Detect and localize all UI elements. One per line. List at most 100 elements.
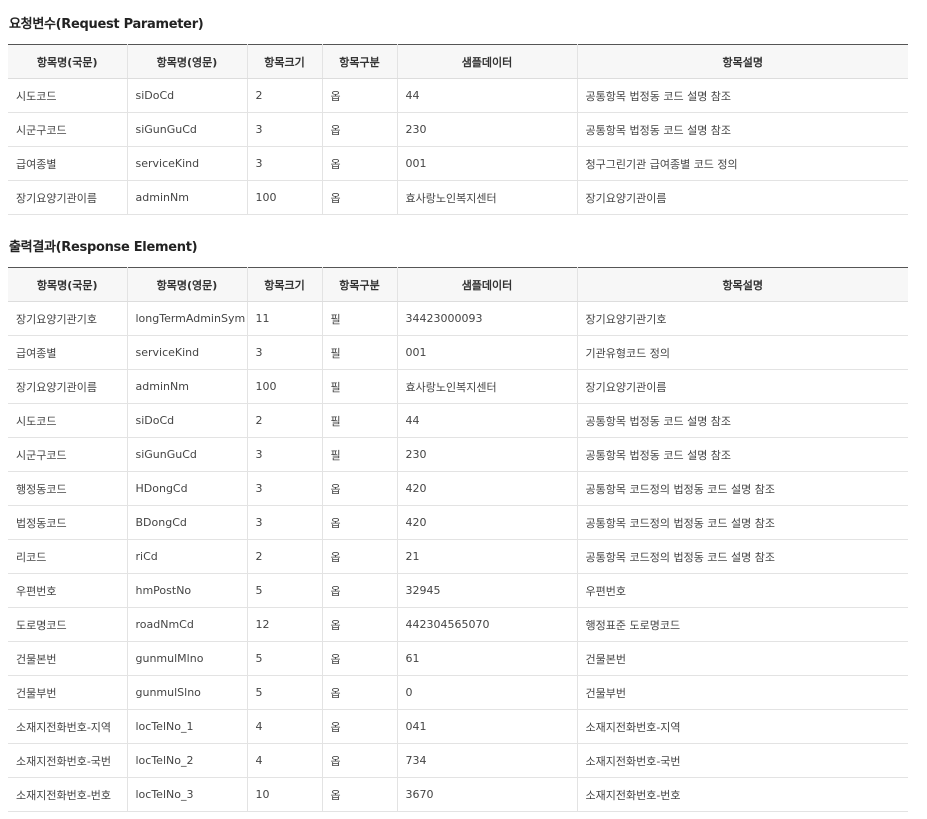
cell-description: 기관유형코드 정의: [577, 335, 908, 370]
cell-name-english: adminNm: [127, 369, 248, 404]
cell-sample-data: 효사랑노인복지센터: [397, 369, 578, 404]
cell-description: 공통항목 법정동 코드 설명 참조: [577, 112, 908, 147]
cell-size: 3: [247, 146, 323, 181]
cell-name-korean: 장기요양기관이름: [8, 180, 128, 215]
cell-size: 5: [247, 641, 323, 676]
cell-sample-data: 001: [397, 146, 578, 181]
table-row: 건물본번 gunmulMlno 5 옵 61 건물본번: [8, 641, 908, 676]
table-row: 장기요양기관이름 adminNm 100 필 효사랑노인복지센터 장기요양기관이름: [8, 369, 908, 404]
header-size: 항목크기: [247, 267, 323, 302]
cell-sample-data: 32945: [397, 573, 578, 608]
cell-name-english: siDoCd: [127, 403, 248, 438]
cell-name-korean: 장기요양기관이름: [8, 369, 128, 404]
table-row: 급여종별 serviceKind 3 필 001 기관유형코드 정의: [8, 335, 908, 370]
cell-name-english: siDoCd: [127, 78, 248, 113]
table-row: 급여종별 serviceKind 3 옵 001 청구그린기관 급여종별 코드 정의: [8, 146, 908, 181]
table-row: 소재지전화번호-지역 locTelNo_1 4 옵 041 소재지전화번호-지역: [8, 709, 908, 744]
cell-required: 옵: [322, 146, 398, 181]
table-row: 장기요양기관기호 longTermAdminSym 11 필 34423000093 장기…: [8, 301, 908, 336]
cell-size: 2: [247, 403, 323, 438]
header-required: 항목구분: [322, 267, 398, 302]
cell-name-korean: 리코드: [8, 539, 128, 574]
cell-description: 소재지전화번호-지역: [577, 709, 908, 744]
cell-name-korean: 우편번호: [8, 573, 128, 608]
cell-name-korean: 장기요양기관기호: [8, 301, 128, 336]
cell-sample-data: 3670: [397, 777, 578, 812]
cell-description: 장기요양기관이름: [577, 180, 908, 215]
cell-description: 공통항목 법정동 코드 설명 참조: [577, 403, 908, 438]
cell-name-korean: 도로명코드: [8, 607, 128, 642]
cell-description: 장기요양기관기호: [577, 301, 908, 336]
cell-required: 옵: [322, 471, 398, 506]
cell-sample-data: 734: [397, 743, 578, 778]
cell-name-korean: 시도코드: [8, 403, 128, 438]
table-row: 소재지전화번호-국번 locTelNo_2 4 옵 734 소재지전화번호-국번: [8, 743, 908, 778]
cell-sample-data: 44: [397, 403, 578, 438]
cell-name-english: siGunGuCd: [127, 112, 248, 147]
cell-name-english: siGunGuCd: [127, 437, 248, 472]
cell-required: 옵: [322, 641, 398, 676]
cell-description: 청구그린기관 급여종별 코드 정의: [577, 146, 908, 181]
cell-required: 옵: [322, 180, 398, 215]
cell-description: 소재지전화번호-국번: [577, 743, 908, 778]
cell-name-korean: 행정동코드: [8, 471, 128, 506]
cell-sample-data: 001: [397, 335, 578, 370]
cell-description: 행정표준 도로명코드: [577, 607, 908, 642]
request-parameter-table: 항목명(국문) 항목명(영문) 항목크기 항목구분 샘플데이터 항목설명 시도코…: [8, 44, 908, 215]
cell-sample-data: 420: [397, 505, 578, 540]
cell-name-english: adminNm: [127, 180, 248, 215]
cell-name-english: longTermAdminSym: [127, 301, 248, 336]
cell-name-english: gunmulMlno: [127, 641, 248, 676]
cell-sample-data: 0: [397, 675, 578, 710]
cell-required: 필: [322, 437, 398, 472]
cell-name-korean: 소재지전화번호-지역: [8, 709, 128, 744]
cell-name-korean: 시도코드: [8, 78, 128, 113]
table-row: 시도코드 siDoCd 2 옵 44 공통항목 법정동 코드 설명 참조: [8, 78, 908, 113]
cell-sample-data: 230: [397, 112, 578, 147]
cell-size: 5: [247, 573, 323, 608]
cell-required: 필: [322, 403, 398, 438]
table-header-row: 항목명(국문) 항목명(영문) 항목크기 항목구분 샘플데이터 항목설명: [8, 267, 908, 302]
table-row: 우편번호 hmPostNo 5 옵 32945 우편번호: [8, 573, 908, 608]
cell-size: 100: [247, 369, 323, 404]
cell-name-english: locTelNo_2: [127, 743, 248, 778]
table-row: 시군구코드 siGunGuCd 3 필 230 공통항목 법정동 코드 설명 참조: [8, 437, 908, 472]
cell-name-korean: 시군구코드: [8, 437, 128, 472]
cell-sample-data: 효사랑노인복지센터: [397, 180, 578, 215]
header-sample-data: 샘플데이터: [397, 267, 578, 302]
cell-size: 3: [247, 335, 323, 370]
cell-sample-data: 230: [397, 437, 578, 472]
cell-required: 옵: [322, 573, 398, 608]
cell-name-korean: 소재지전화번호-국번: [8, 743, 128, 778]
response-element-title: 출력결과(Response Element): [9, 240, 198, 255]
cell-size: 2: [247, 539, 323, 574]
header-size: 항목크기: [247, 44, 323, 79]
cell-description: 공통항목 코드정의 법정동 코드 설명 참조: [577, 539, 908, 574]
cell-description: 건물본번: [577, 641, 908, 676]
cell-size: 10: [247, 777, 323, 812]
cell-name-korean: 건물부번: [8, 675, 128, 710]
header-required: 항목구분: [322, 44, 398, 79]
cell-required: 옵: [322, 777, 398, 812]
table-row: 시도코드 siDoCd 2 필 44 공통항목 법정동 코드 설명 참조: [8, 403, 908, 438]
cell-name-english: serviceKind: [127, 146, 248, 181]
cell-required: 필: [322, 369, 398, 404]
cell-required: 옵: [322, 78, 398, 113]
cell-sample-data: 61: [397, 641, 578, 676]
cell-name-english: locTelNo_3: [127, 777, 248, 812]
request-parameter-title: 요청변수(Request Parameter): [9, 17, 204, 32]
cell-sample-data: 34423000093: [397, 301, 578, 336]
table-header-row: 항목명(국문) 항목명(영문) 항목크기 항목구분 샘플데이터 항목설명: [8, 44, 908, 79]
cell-name-korean: 급여종별: [8, 335, 128, 370]
cell-size: 11: [247, 301, 323, 336]
cell-name-korean: 시군구코드: [8, 112, 128, 147]
cell-size: 3: [247, 471, 323, 506]
cell-description: 공통항목 코드정의 법정동 코드 설명 참조: [577, 471, 908, 506]
cell-required: 옵: [322, 709, 398, 744]
header-name-korean: 항목명(국문): [8, 44, 128, 79]
cell-name-english: locTelNo_1: [127, 709, 248, 744]
cell-name-english: riCd: [127, 539, 248, 574]
cell-name-korean: 급여종별: [8, 146, 128, 181]
header-name-english: 항목명(영문): [127, 44, 248, 79]
header-description: 항목설명: [577, 267, 908, 302]
